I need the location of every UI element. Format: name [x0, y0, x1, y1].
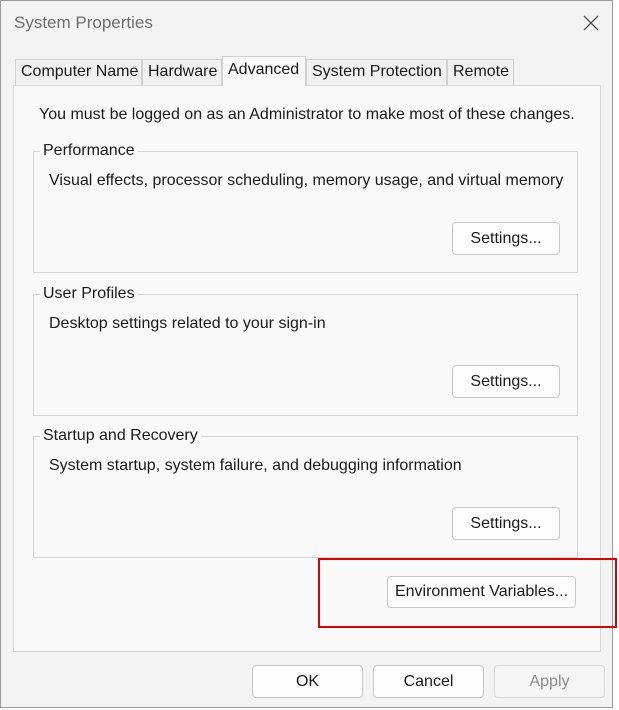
tab-advanced[interactable]: Advanced: [222, 56, 306, 86]
startup-recovery-description: System startup, system failure, and debu…: [49, 457, 462, 474]
user-profiles-description: Desktop settings related to your sign-in: [49, 315, 326, 332]
startup-recovery-group: Startup and Recovery System startup, sys…: [33, 426, 578, 558]
user-profiles-group: User Profiles Desktop settings related t…: [33, 284, 578, 416]
performance-legend: Performance: [40, 141, 138, 161]
startup-recovery-settings-button[interactable]: Settings...: [452, 507, 560, 540]
advanced-tab-panel: You must be logged on as an Administrato…: [13, 85, 601, 652]
user-profiles-settings-button[interactable]: Settings...: [452, 365, 560, 398]
startup-recovery-legend: Startup and Recovery: [40, 426, 201, 446]
cancel-button[interactable]: Cancel: [373, 665, 484, 698]
environment-variables-button[interactable]: Environment Variables...: [387, 576, 576, 608]
performance-group: Performance Visual effects, processor sc…: [33, 141, 578, 273]
close-icon: [583, 15, 599, 31]
ok-button[interactable]: OK: [252, 665, 363, 698]
performance-settings-button[interactable]: Settings...: [452, 222, 560, 255]
tab-remote[interactable]: Remote: [447, 59, 514, 85]
window-title: System Properties: [14, 13, 153, 32]
performance-description: Visual effects, processor scheduling, me…: [49, 172, 564, 189]
user-profiles-legend: User Profiles: [40, 284, 138, 304]
apply-button[interactable]: Apply: [494, 665, 605, 698]
close-button[interactable]: [576, 9, 606, 37]
system-properties-dialog: System Properties Computer Name Hardware…: [0, 0, 613, 708]
title-bar: System Properties: [1, 1, 612, 47]
admin-note: You must be logged on as an Administrato…: [39, 106, 575, 123]
tab-hardware[interactable]: Hardware: [142, 59, 222, 85]
tab-computer-name[interactable]: Computer Name: [15, 59, 142, 85]
tab-system-protection[interactable]: System Protection: [306, 59, 447, 85]
